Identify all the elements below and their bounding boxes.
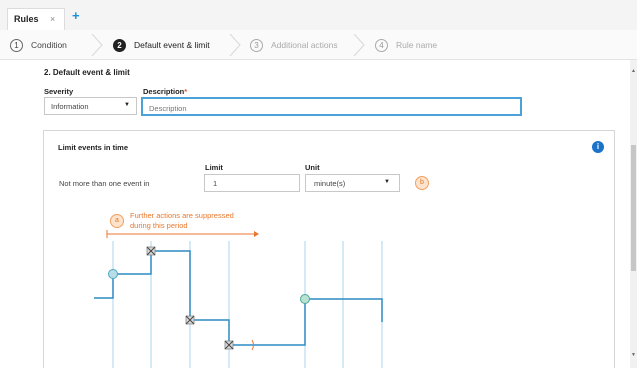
section-title: 2. Default event & limit bbox=[44, 68, 130, 77]
caret-down-icon: ▼ bbox=[124, 102, 130, 108]
limit-events-panel: Limit events in time i Limit Unit Not mo… bbox=[43, 130, 615, 368]
time-grid bbox=[112, 241, 383, 368]
event-triggered-marker bbox=[108, 269, 118, 279]
event-triggered-marker bbox=[300, 294, 310, 304]
tab-rules[interactable]: Rules × bbox=[7, 8, 65, 30]
step-default-event[interactable]: 2 Default event & limit bbox=[113, 30, 210, 60]
severity-label: Severity bbox=[44, 87, 74, 96]
required-mark: * bbox=[184, 87, 188, 96]
step-number: 1 bbox=[10, 38, 23, 52]
severity-value: Information bbox=[51, 102, 89, 111]
event-suppressed-marker bbox=[224, 340, 234, 350]
scroll-down-icon[interactable]: ▼ bbox=[630, 352, 637, 358]
tab-label: Rules bbox=[14, 14, 39, 24]
step-label: Default event & limit bbox=[134, 40, 210, 50]
step-number: 2 bbox=[113, 38, 126, 52]
severity-select[interactable]: Information ▼ bbox=[44, 97, 137, 115]
step-condition[interactable]: 1 Condition bbox=[10, 30, 67, 60]
step-label: Condition bbox=[31, 40, 67, 50]
description-input[interactable] bbox=[141, 97, 522, 116]
description-label-text: Description bbox=[143, 87, 185, 96]
add-tab-icon[interactable]: + bbox=[72, 8, 80, 23]
description-label: Description* bbox=[143, 87, 187, 96]
event-suppressed-marker bbox=[146, 246, 156, 256]
wizard-steps: 1 Condition 2 Default event & limit 3 Ad… bbox=[0, 30, 637, 60]
step-additional-actions[interactable]: 3 Additional actions bbox=[250, 30, 338, 60]
tab-bar: Rules × + bbox=[0, 0, 637, 30]
step-label: Additional actions bbox=[271, 40, 338, 50]
scrollbar-thumb[interactable] bbox=[631, 145, 636, 271]
step-number: 4 bbox=[375, 38, 388, 52]
vertical-scrollbar[interactable]: ▲ ▼ bbox=[630, 60, 637, 368]
main-content: 2. Default event & limit Severity Descri… bbox=[0, 60, 630, 368]
chevron-right-icon bbox=[91, 34, 103, 56]
event-step-line bbox=[94, 250, 383, 346]
chevron-right-icon bbox=[353, 34, 365, 56]
event-suppressed-marker bbox=[185, 315, 195, 325]
step-rule-name[interactable]: 4 Rule name bbox=[375, 30, 437, 60]
suppression-arrow-head bbox=[254, 231, 259, 237]
chevron-right-icon bbox=[229, 34, 241, 56]
close-icon[interactable]: × bbox=[50, 14, 55, 24]
event-timeline-diagram bbox=[94, 230, 383, 368]
step-label: Rule name bbox=[396, 40, 438, 50]
scroll-up-icon[interactable]: ▲ bbox=[630, 68, 637, 74]
step-number: 3 bbox=[250, 38, 263, 52]
